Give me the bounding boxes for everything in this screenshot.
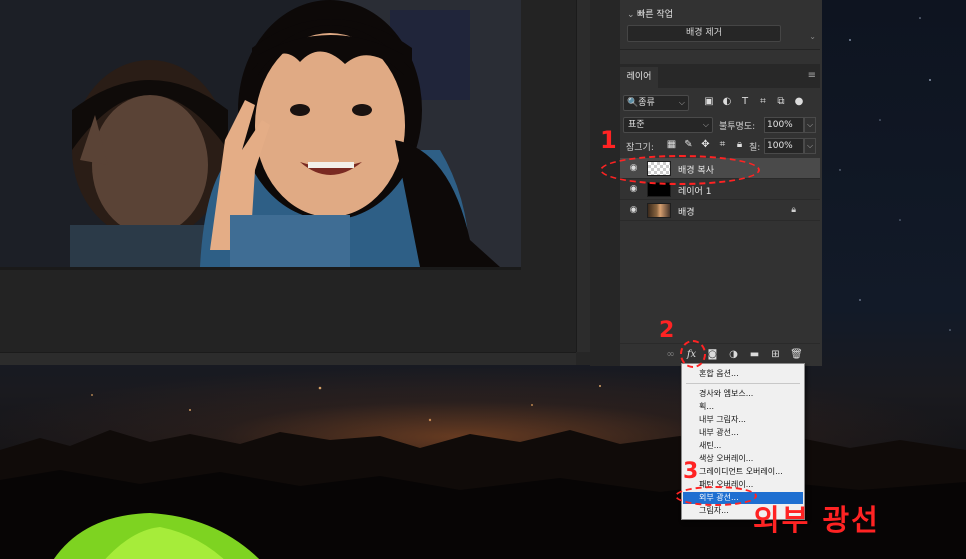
lock-label: 잠그기:: [626, 143, 654, 153]
canvas-edge: [0, 267, 521, 270]
layer-name: 레이어 1: [678, 187, 712, 197]
fill-label: 칠:: [749, 143, 761, 153]
lock-icons: ▦ ✎ ✥ ⌗ 🔒︎: [666, 139, 745, 151]
adjustment-layer-icon[interactable]: ◑: [727, 348, 740, 361]
filter-kind-label: 종류: [638, 98, 655, 108]
quick-actions-header[interactable]: ⌄ 빠른 작업: [627, 7, 673, 20]
chevron-down-icon: ⌵: [678, 98, 685, 107]
new-group-icon[interactable]: ▬: [748, 348, 761, 361]
menu-item-color-overlay[interactable]: 색상 오버레이...: [683, 453, 803, 465]
quick-actions-title: 빠른 작업: [637, 10, 673, 20]
fill-input[interactable]: 100%: [764, 138, 804, 154]
annotation-ellipse-fx: [680, 340, 706, 368]
layers-panel-header: 레이어 ≡: [620, 64, 820, 88]
panel-menu-icon[interactable]: ≡: [808, 70, 816, 81]
filter-smart-object-icon[interactable]: ⧉: [775, 96, 787, 108]
menu-separator: [686, 383, 800, 384]
lock-image-icon[interactable]: ✎: [683, 139, 694, 151]
layer-name: 배경: [678, 208, 695, 218]
layer-filter-row: 🔍종류 ⌵ ▣ ◐ T ⌗ ⧉ ●: [623, 95, 817, 111]
layer-row-background[interactable]: ◉ 배경 🔒︎: [620, 200, 820, 221]
layers-panel: 레이어 ≡ 🔍종류 ⌵ ▣ ◐ T ⌗ ⧉ ● 표준 ⌵ 불투명도: 100% …: [620, 64, 820, 366]
quick-actions-panel: ⌄ 빠른 작업 배경 제거 ⌄: [620, 0, 820, 50]
filter-type-icon[interactable]: T: [739, 96, 751, 108]
document-window: [0, 0, 590, 365]
menu-item-inner-glow[interactable]: 내부 광선...: [683, 427, 803, 439]
layers-panel-footer: ∞ fx ◙ ◑ ▬ ⊞ 🗑︎: [620, 343, 820, 365]
annotation-step-2: 2: [659, 318, 675, 343]
menu-item-stroke[interactable]: 획...: [683, 401, 803, 413]
filter-adjustment-icon[interactable]: ◐: [721, 96, 733, 108]
annotation-ellipse-outer-glow: [675, 486, 757, 506]
filter-shape-icon[interactable]: ⌗: [757, 96, 769, 108]
annotation-ellipse-layer: [600, 155, 760, 185]
annotation-caption: 외부 광선: [753, 503, 880, 537]
menu-item-bevel-emboss[interactable]: 경사와 엠보스...: [683, 388, 803, 400]
panel-gap: [590, 0, 620, 366]
layer-thumbnail: [647, 203, 671, 218]
menu-item-inner-shadow[interactable]: 내부 그림자...: [683, 414, 803, 426]
vertical-scrollbar[interactable]: [576, 0, 590, 352]
blend-row: 표준 ⌵ 불투명도: 100% ⌵: [623, 117, 817, 133]
add-mask-icon[interactable]: ◙: [706, 348, 719, 361]
lock-artboard-icon[interactable]: ⌗: [717, 139, 728, 151]
canvas-photo[interactable]: [0, 0, 521, 267]
trash-icon[interactable]: 🗑︎: [790, 348, 803, 361]
filter-icons: ▣ ◐ T ⌗ ⧉ ●: [703, 96, 805, 108]
filter-toggle-icon[interactable]: ●: [793, 96, 805, 108]
canvas-area[interactable]: [0, 0, 576, 352]
fill-dropdown-icon[interactable]: ⌵: [804, 138, 816, 154]
layer-filter-select[interactable]: 🔍종류 ⌵: [623, 95, 689, 111]
lock-transparency-icon[interactable]: ▦: [666, 139, 677, 151]
tab-layers[interactable]: 레이어: [620, 67, 658, 88]
link-layers-icon[interactable]: ∞: [664, 348, 677, 361]
lock-icon[interactable]: 🔒︎: [791, 205, 796, 215]
lock-row: 잠그기: ▦ ✎ ✥ ⌗ 🔒︎ 칠: 100% ⌵: [623, 138, 817, 154]
chevron-down-icon: ⌄: [627, 10, 635, 20]
lock-all-icon[interactable]: 🔒︎: [734, 139, 745, 151]
search-icon: 🔍: [627, 98, 639, 108]
opacity-input[interactable]: 100%: [764, 117, 804, 133]
menu-item-gradient-overlay[interactable]: 그레이디언트 오버레이...: [683, 466, 803, 478]
filter-pixel-icon[interactable]: ▣: [703, 96, 715, 108]
opacity-label: 불투명도:: [719, 122, 756, 132]
blend-mode-select[interactable]: 표준 ⌵: [623, 117, 713, 133]
eye-icon[interactable]: ◉: [628, 184, 639, 195]
eye-icon[interactable]: ◉: [628, 205, 639, 216]
remove-background-button[interactable]: 배경 제거: [627, 25, 781, 42]
scroll-down-icon[interactable]: ⌄: [809, 32, 816, 41]
chevron-down-icon: ⌵: [702, 120, 709, 129]
new-layer-icon[interactable]: ⊞: [769, 348, 782, 361]
opacity-dropdown-icon[interactable]: ⌵: [804, 117, 816, 133]
horizontal-scrollbar[interactable]: [0, 352, 576, 365]
lock-position-icon[interactable]: ✥: [700, 139, 711, 151]
green-tent: [53, 513, 260, 559]
annotation-step-3: 3: [683, 459, 699, 484]
blend-mode-label: 표준: [628, 120, 645, 130]
menu-item-blending-options[interactable]: 혼합 옵션...: [683, 368, 803, 380]
annotation-step-1: 1: [600, 126, 617, 154]
menu-item-satin[interactable]: 새틴...: [683, 440, 803, 452]
photo-girls-v-sign: [0, 0, 521, 267]
